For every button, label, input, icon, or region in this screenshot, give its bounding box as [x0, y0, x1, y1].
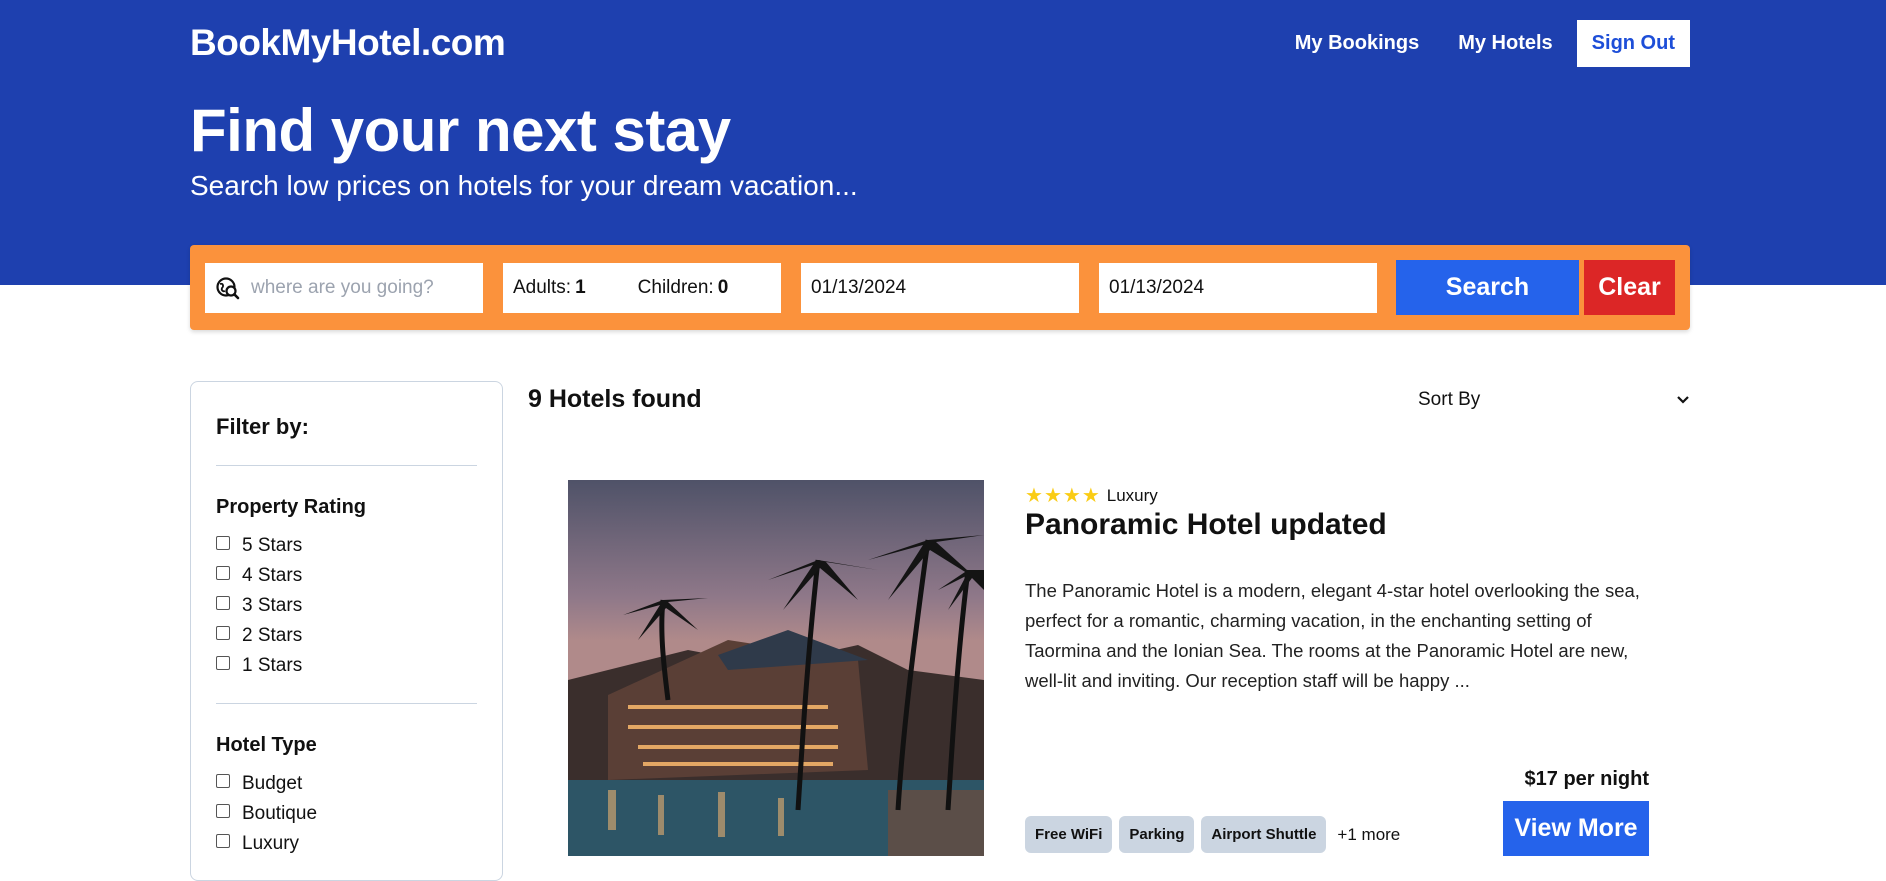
- type-filter-group: Hotel Type Budget Boutique Luxury: [216, 704, 477, 881]
- filter-panel: Filter by: Property Rating 5 Stars 4 Sta…: [190, 381, 503, 881]
- rating-option[interactable]: 3 Stars: [216, 591, 477, 621]
- check-in-date[interactable]: 01/13/2024: [801, 263, 1079, 313]
- type-option-label: Boutique: [242, 803, 318, 824]
- price-per-night: $17 per night: [1524, 768, 1649, 790]
- checkbox[interactable]: [216, 656, 230, 670]
- type-option[interactable]: Boutique: [216, 799, 477, 829]
- results-count: 9 Hotels found: [528, 385, 702, 413]
- adults-label: Adults:: [513, 277, 572, 298]
- chevron-down-icon: [1676, 389, 1690, 411]
- rating-option[interactable]: 1 Stars: [216, 651, 477, 681]
- star-rating: ★ ★ ★ ★ Luxury: [1025, 483, 1158, 508]
- checkbox[interactable]: [216, 774, 230, 788]
- checkbox[interactable]: [216, 536, 230, 550]
- my-bookings-link[interactable]: My Bookings: [1295, 32, 1419, 55]
- filter-heading: Filter by:: [216, 414, 477, 466]
- clear-button[interactable]: Clear: [1584, 260, 1675, 315]
- type-filter-title: Hotel Type: [216, 734, 317, 756]
- more-facilities: +1 more: [1337, 824, 1401, 844]
- hotel-description: The Panoramic Hotel is a modern, elegant…: [1025, 580, 1640, 691]
- view-more-button[interactable]: View More: [1503, 801, 1649, 856]
- rating-option-label: 5 Stars: [242, 535, 303, 556]
- guests-field[interactable]: Adults: 1 Children: 0: [503, 263, 781, 313]
- star-icon: ★: [1081, 485, 1100, 507]
- my-hotels-link[interactable]: My Hotels: [1458, 32, 1552, 55]
- type-option-label: Luxury: [242, 833, 300, 854]
- search-button[interactable]: Search: [1396, 260, 1579, 315]
- type-option[interactable]: Luxury: [216, 829, 477, 859]
- type-option-label: Budget: [242, 773, 303, 794]
- page-subtitle: Search low prices on hotels for your dre…: [190, 170, 858, 201]
- sort-select[interactable]: Sort By: [1410, 385, 1690, 415]
- rating-option[interactable]: 4 Stars: [216, 561, 477, 591]
- page-title: Find your next stay: [190, 97, 731, 164]
- check-out-date[interactable]: 01/13/2024: [1099, 263, 1377, 313]
- star-icon: ★: [1025, 485, 1043, 507]
- checkbox[interactable]: [216, 804, 230, 818]
- rating-option-label: 1 Stars: [242, 655, 303, 676]
- rating-option-label: 2 Stars: [242, 625, 303, 646]
- children-label: Children:: [637, 277, 714, 298]
- hotel-name[interactable]: Panoramic Hotel updated: [1025, 508, 1387, 542]
- children-value[interactable]: 0: [718, 277, 729, 299]
- facility-chip: Free WiFi: [1025, 816, 1113, 853]
- rating-option-label: 3 Stars: [242, 595, 303, 616]
- destination-placeholder: where are you going?: [251, 277, 434, 298]
- checkbox[interactable]: [216, 626, 230, 640]
- adults-value[interactable]: 1: [575, 277, 586, 299]
- rating-filter-group: Property Rating 5 Stars 4 Stars 3 Stars …: [216, 466, 477, 704]
- star-icon: ★: [1062, 485, 1081, 507]
- top-nav: My Bookings My Hotels Sign Out: [1295, 20, 1690, 67]
- site-logo[interactable]: BookMyHotel.com: [190, 22, 506, 64]
- checkbox[interactable]: [216, 566, 230, 580]
- facility-list: Free WiFi Parking Airport Shuttle +1 mor…: [1025, 816, 1400, 853]
- globe-search-icon: [215, 275, 241, 301]
- rating-option[interactable]: 2 Stars: [216, 621, 477, 651]
- rating-option-label: 4 Stars: [242, 565, 303, 586]
- checkbox[interactable]: [216, 834, 230, 848]
- destination-input[interactable]: where are you going?: [205, 263, 483, 313]
- sign-out-button[interactable]: Sign Out: [1576, 20, 1690, 67]
- sort-label: Sort By: [1418, 389, 1481, 410]
- hotel-type: Luxury: [1106, 485, 1158, 505]
- search-bar: where are you going? Adults: 1 Children: 0…: [190, 245, 1690, 330]
- facility-chip: Parking: [1119, 816, 1195, 853]
- star-icon: ★: [1043, 485, 1062, 507]
- type-option[interactable]: Budget: [216, 769, 477, 799]
- hotel-image[interactable]: [568, 480, 984, 856]
- rating-filter-title: Property Rating: [216, 496, 367, 518]
- checkbox[interactable]: [216, 596, 230, 610]
- facility-chip: Airport Shuttle: [1201, 816, 1327, 853]
- rating-option[interactable]: 5 Stars: [216, 531, 477, 561]
